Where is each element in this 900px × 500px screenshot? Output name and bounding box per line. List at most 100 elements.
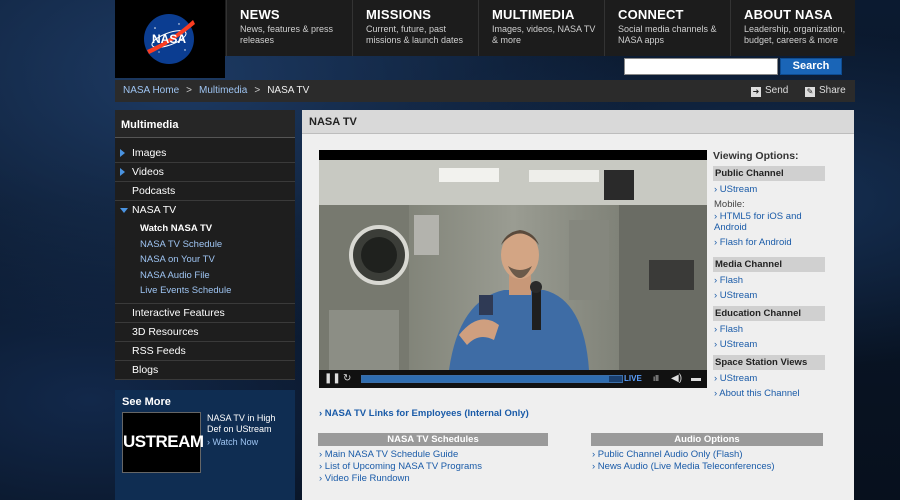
employee-links[interactable]: › NASA TV Links for Employees (Internal … (319, 408, 529, 419)
nav-news-title: NEWS (240, 7, 280, 22)
sidebar-item-label: Podcasts (132, 185, 176, 197)
education-channel-heading: Education Channel (713, 306, 825, 321)
send-icon: ➜ (751, 87, 761, 97)
station-about-link[interactable]: › About this Channel (713, 385, 825, 400)
breadcrumb-multimedia[interactable]: Multimedia (199, 85, 247, 96)
sidebar-sub-live-events[interactable]: Live Events Schedule (115, 283, 295, 299)
nav-connect-sub: Social media channels & NASA apps (618, 24, 717, 45)
nav-news-sub: News, features & press releases (240, 24, 334, 45)
station-ustream-link[interactable]: › UStream (713, 370, 825, 385)
live-label: LIVE (624, 374, 642, 383)
sidebar-item-images[interactable]: Images (115, 144, 295, 163)
video-player[interactable]: ❚❚ ↻ LIVE ıll ◀) ▬ (319, 150, 707, 388)
sidebar-item-label: RSS Feeds (132, 344, 186, 357)
sidebar-item-blogs[interactable]: Blogs (115, 360, 295, 380)
media-flash-link[interactable]: › Flash (713, 272, 825, 287)
breadcrumb-home[interactable]: NASA Home (123, 85, 179, 96)
sidebar-item-label: 3D Resources (132, 325, 199, 338)
sidebar-sub-audio[interactable]: NASA Audio File (115, 268, 295, 284)
watch-now-link[interactable]: › Watch Now (207, 437, 258, 447)
main-content: NASA TV ❚❚ ↻ LIVE ıll ◀) ▬ Viewing Optio… (302, 110, 854, 500)
progress-fill (362, 376, 609, 382)
html5-link[interactable]: › HTML5 for iOS and Android (713, 210, 825, 234)
see-more-title: See More (122, 396, 171, 408)
news-audio-link[interactable]: › News Audio (Live Media Teleconferences… (592, 461, 775, 472)
sidebar-subnav: Watch NASA TV NASA TV Schedule NASA on Y… (115, 220, 295, 304)
sidebar-item-videos[interactable]: Videos (115, 163, 295, 182)
flash-android-link[interactable]: › Flash for Android (713, 234, 825, 249)
sidebar-title: Multimedia (115, 110, 295, 138)
nav-news[interactable]: NEWS News, features & press releases (226, 0, 352, 56)
nav-multimedia[interactable]: MULTIMEDIA Images, videos, NASA TV & mor… (478, 0, 604, 56)
share-button[interactable]: ✎ Share (805, 85, 846, 97)
search-input[interactable] (624, 58, 778, 75)
logo-area[interactable]: NASA (115, 0, 225, 78)
nav-missions-sub: Current, future, past missions & launch … (366, 24, 464, 45)
arrow-down-icon (120, 208, 128, 213)
public-audio-link[interactable]: › Public Channel Audio Only (Flash) (592, 449, 743, 460)
volume-icon[interactable]: ◀) (671, 373, 682, 384)
breadcrumb: NASA Home > Multimedia > NASA TV (123, 85, 309, 96)
public-ustream-link[interactable]: › UStream (713, 181, 825, 196)
sidebar-item-label: Videos (132, 166, 164, 178)
progress-bar[interactable] (361, 375, 623, 383)
sidebar-item-3d[interactable]: 3D Resources (115, 322, 295, 342)
edu-ustream-link[interactable]: › UStream (713, 336, 825, 351)
nav-about[interactable]: ABOUT NASA Leadership, organization, bud… (730, 0, 855, 56)
nasa-logo[interactable]: NASA (141, 12, 197, 66)
nav-missions[interactable]: MISSIONS Current, future, past missions … (352, 0, 478, 56)
sidebar: Multimedia Images Videos Podcasts NASA T… (115, 110, 295, 380)
media-channel-heading: Media Channel (713, 257, 825, 272)
sidebar-sub-schedule[interactable]: NASA TV Schedule (115, 237, 295, 253)
ustream-logo[interactable]: USTREAM (122, 412, 204, 473)
share-label: Share (819, 85, 846, 96)
send-button[interactable]: ➜ Send (751, 85, 788, 97)
breadcrumb-separator: > (186, 85, 192, 96)
arrow-right-icon (120, 149, 125, 157)
search-button[interactable]: Search (780, 58, 842, 75)
sidebar-item-podcasts[interactable]: Podcasts (115, 182, 295, 201)
viewing-options-title: Viewing Options: (713, 150, 799, 162)
nav-multimedia-sub: Images, videos, NASA TV & more (492, 24, 596, 45)
fullscreen-icon[interactable]: ▬ (691, 373, 701, 384)
edu-flash-link[interactable]: › Flash (713, 321, 825, 336)
quality-icon[interactable]: ıll (653, 374, 659, 383)
logo-text: NASA (152, 32, 186, 46)
sidebar-item-label: Interactive Features (132, 306, 225, 319)
arrow-right-icon (120, 168, 125, 176)
schedule-guide-link[interactable]: › Main NASA TV Schedule Guide (319, 449, 458, 460)
nav-connect-title: CONNECT (618, 7, 684, 22)
upcoming-programs-link[interactable]: › List of Upcoming NASA TV Programs (319, 461, 482, 472)
viewing-options: Viewing Options: Public Channel › UStrea… (713, 150, 825, 400)
nav-multimedia-title: MULTIMEDIA (492, 7, 575, 22)
sidebar-item-nasa-tv[interactable]: NASA TV (115, 201, 295, 220)
pause-icon[interactable]: ❚❚ (324, 373, 341, 384)
refresh-icon[interactable]: ↻ (343, 373, 351, 384)
public-channel-heading: Public Channel (713, 166, 825, 181)
sidebar-item-label: Images (132, 147, 167, 159)
breadcrumb-current: NASA TV (267, 85, 310, 96)
media-ustream-link[interactable]: › UStream (713, 287, 825, 302)
video-frame-image[interactable] (319, 160, 707, 370)
sidebar-item-label: Blogs (132, 363, 159, 376)
sidebar-sub-watch[interactable]: Watch NASA TV (115, 221, 295, 237)
sidebar-item-interactive[interactable]: Interactive Features (115, 303, 295, 323)
audio-options-heading: Audio Options (591, 433, 823, 446)
player-controls: ❚❚ ↻ LIVE ıll ◀) ▬ (319, 370, 707, 388)
share-icon: ✎ (805, 87, 815, 97)
see-more-panel: See More USTREAM NASA TV in High Def on … (115, 390, 295, 500)
schedules-heading: NASA TV Schedules (318, 433, 548, 446)
nav-about-sub: Leadership, organization, budget, career… (744, 24, 846, 45)
nav-about-title: ABOUT NASA (744, 7, 833, 22)
site-header: NASA NEWS News, features & press release… (115, 0, 855, 78)
sidebar-item-label: NASA TV (132, 204, 177, 216)
video-rundown-link[interactable]: › Video File Rundown (319, 473, 410, 484)
sidebar-sub-on-tv[interactable]: NASA on Your TV (115, 252, 295, 268)
page-title: NASA TV (302, 110, 854, 134)
nav-connect[interactable]: CONNECT Social media channels & NASA app… (604, 0, 730, 56)
sidebar-item-rss[interactable]: RSS Feeds (115, 341, 295, 361)
see-more-text: NASA TV in High Def on UStream (207, 413, 276, 434)
breadcrumb-bar: NASA Home > Multimedia > NASA TV ➜ Send ✎ Shar… (115, 80, 855, 102)
station-views-heading: Space Station Views (713, 355, 825, 370)
mobile-label: Mobile: (714, 199, 745, 210)
